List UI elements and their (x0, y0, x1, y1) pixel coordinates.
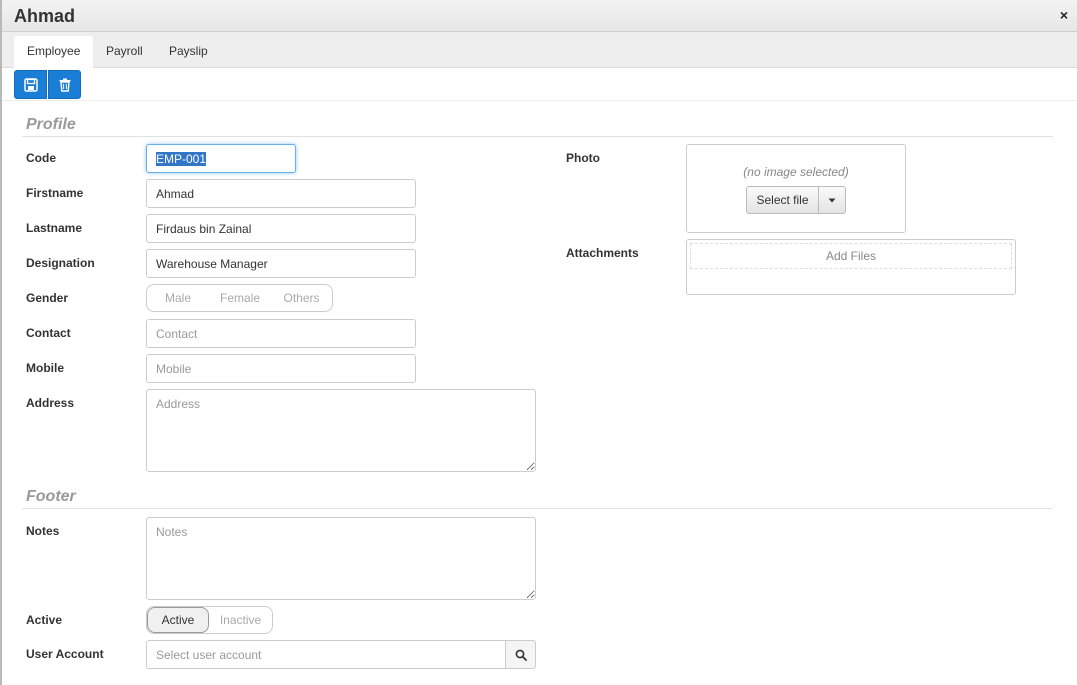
code-label: Code (26, 151, 56, 165)
gender-option-female[interactable]: Female (209, 285, 271, 311)
designation-field[interactable] (146, 249, 416, 278)
address-label: Address (26, 396, 75, 410)
user-account-field[interactable] (146, 640, 506, 669)
attachments-label: Attachments (566, 246, 639, 260)
photo-upload-box: (no image selected) Select file (686, 144, 906, 233)
mobile-label: Mobile (26, 361, 64, 375)
gender-label: Gender (26, 291, 69, 305)
active-label: Active (26, 613, 63, 627)
select-file-button[interactable]: Select file (746, 186, 819, 214)
add-files-button[interactable]: Add Files (690, 243, 1012, 269)
contact-label: Contact (26, 326, 71, 340)
gender-option-others[interactable]: Others (271, 285, 332, 311)
address-field[interactable] (146, 389, 536, 472)
lastname-field[interactable] (146, 214, 416, 243)
gender-toggle-group: Male Female Others (146, 284, 333, 312)
trash-icon (59, 78, 70, 92)
toolbar (2, 68, 1077, 101)
mobile-field[interactable] (146, 354, 416, 383)
caret-down-icon (828, 198, 836, 202)
window-title: Ahmad (14, 6, 76, 26)
tab-payroll[interactable]: Payroll (93, 36, 156, 68)
tab-payslip[interactable]: Payslip (156, 36, 221, 68)
attachments-box: Add Files (686, 239, 1016, 295)
lastname-label: Lastname (26, 221, 83, 235)
photo-label: Photo (566, 151, 600, 165)
user-account-label: User Account (26, 647, 104, 661)
firstname-label: Firstname (26, 186, 84, 200)
code-value: EMP-001 (156, 151, 207, 166)
select-file-dropdown[interactable] (818, 186, 846, 214)
tab-employee[interactable]: Employee (14, 36, 94, 68)
active-toggle-group: Active Inactive (146, 606, 273, 634)
no-image-text: (no image selected) (743, 165, 849, 179)
code-field[interactable]: EMP-001 (146, 144, 296, 173)
notes-field[interactable] (146, 517, 536, 600)
save-button[interactable] (14, 70, 47, 99)
window-left-edge (0, 0, 2, 685)
footer-divider (22, 508, 1053, 509)
user-account-search-button[interactable] (505, 640, 536, 669)
footer-section-title: Footer (26, 488, 76, 505)
notes-label: Notes (26, 524, 60, 538)
contact-field[interactable] (146, 319, 416, 348)
active-option-active[interactable]: Active (147, 607, 209, 633)
close-icon[interactable]: × (1060, 7, 1068, 23)
delete-button[interactable] (48, 70, 81, 99)
designation-label: Designation (26, 256, 95, 270)
tab-bar: Employee Payroll Payslip (2, 32, 1077, 68)
floppy-disk-icon (23, 77, 38, 92)
active-option-inactive[interactable]: Inactive (209, 607, 272, 633)
gender-option-male[interactable]: Male (147, 285, 209, 311)
search-icon (515, 649, 527, 661)
window-titlebar: Ahmad × (2, 0, 1077, 32)
profile-section-title: Profile (26, 116, 76, 133)
firstname-field[interactable] (146, 179, 416, 208)
profile-divider (22, 136, 1053, 137)
